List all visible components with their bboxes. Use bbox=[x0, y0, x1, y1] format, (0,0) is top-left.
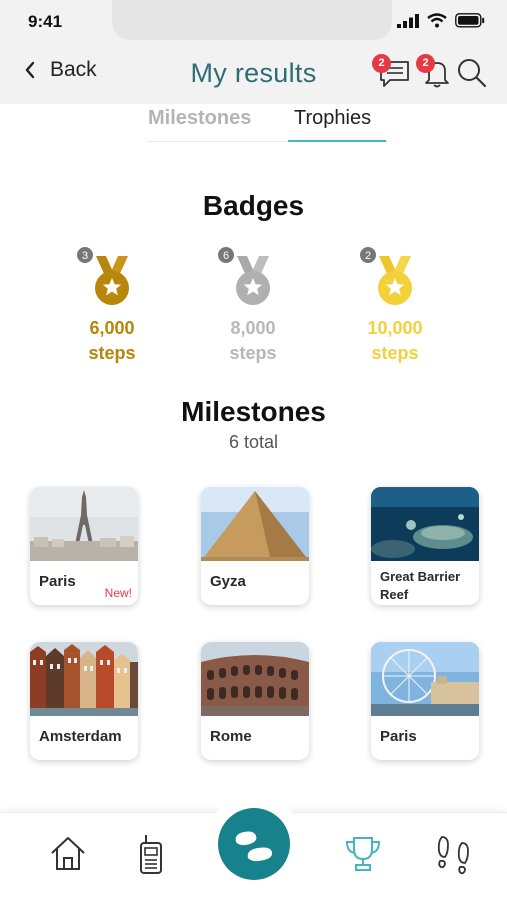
tab-trophies[interactable]: Trophies bbox=[294, 107, 371, 130]
badge-10000[interactable]: 2 10,000 steps bbox=[345, 246, 445, 366]
results-tabs: Milestones Trophies bbox=[148, 104, 388, 142]
badge-count: 2 bbox=[359, 246, 377, 264]
canal-houses-image bbox=[30, 642, 138, 716]
status-time: 9:41 bbox=[28, 12, 63, 31]
gold-medal-icon: 2 bbox=[359, 246, 425, 310]
trophy-icon bbox=[345, 837, 381, 871]
walkie-talkie-icon bbox=[140, 835, 162, 874]
footprints-icon bbox=[437, 836, 469, 875]
milestone-label: Gyza bbox=[210, 573, 246, 590]
signal-icon bbox=[397, 13, 419, 28]
milestone-label: Rome bbox=[210, 728, 252, 745]
badge-unit: steps bbox=[88, 343, 136, 363]
badge-8000[interactable]: 6 8,000 steps bbox=[203, 246, 303, 366]
badge-6000[interactable]: 3 6,000 steps bbox=[62, 246, 162, 366]
milestone-card-rome[interactable]: Rome bbox=[201, 642, 309, 760]
search-button[interactable] bbox=[455, 56, 489, 90]
colosseum-image bbox=[201, 642, 309, 716]
badges-title: Badges bbox=[202, 190, 305, 221]
badge-value: 6,000 bbox=[89, 318, 135, 338]
nav-home[interactable] bbox=[48, 833, 88, 878]
battery-icon bbox=[455, 13, 485, 28]
milestone-label: Paris bbox=[39, 573, 76, 590]
home-icon bbox=[51, 837, 85, 870]
bronze-medal-icon: 3 bbox=[76, 246, 142, 310]
badge-count: 6 bbox=[217, 246, 235, 264]
milestone-label: Amsterdam bbox=[39, 728, 122, 745]
notifications-badge: 2 bbox=[416, 54, 435, 73]
milestones-total: 6 total bbox=[228, 432, 279, 452]
milestone-card-great-barrier-reef[interactable]: Great Barrier Reef bbox=[371, 487, 479, 605]
messages-button[interactable]: 2 bbox=[372, 54, 410, 90]
search-icon bbox=[458, 59, 487, 88]
app-header: Back My results 2 2 bbox=[0, 46, 507, 104]
notifications-button[interactable]: 2 bbox=[416, 54, 454, 90]
footsteps-icon bbox=[235, 831, 273, 862]
coral-reef-image bbox=[371, 487, 479, 561]
nav-footprints[interactable] bbox=[434, 833, 472, 880]
milestone-card-gyza[interactable]: Gyza bbox=[201, 487, 309, 605]
nav-trophy[interactable] bbox=[342, 833, 384, 878]
badge-value: 8,000 bbox=[230, 318, 276, 338]
nav-steps-button[interactable] bbox=[218, 808, 290, 880]
pyramid-image bbox=[201, 487, 309, 561]
badge-value: 10,000 bbox=[367, 318, 423, 338]
device-notch bbox=[112, 0, 392, 40]
milestone-card-paris[interactable]: Paris New! bbox=[30, 487, 138, 605]
milestone-card-amsterdam[interactable]: Amsterdam bbox=[30, 642, 138, 760]
tab-milestones[interactable]: Milestones bbox=[148, 107, 251, 130]
milestone-label: Paris bbox=[380, 728, 417, 745]
eiffel-tower-image bbox=[30, 487, 138, 561]
new-tag: New! bbox=[104, 586, 132, 600]
badge-count: 3 bbox=[76, 246, 94, 264]
nav-walkie-talkie[interactable] bbox=[134, 833, 168, 880]
ferris-wheel-image bbox=[371, 642, 479, 716]
badge-unit: steps bbox=[371, 343, 419, 363]
wifi-icon bbox=[427, 13, 447, 28]
silver-medal-icon: 6 bbox=[217, 246, 283, 310]
milestones-title: Milestones bbox=[181, 396, 326, 427]
active-tab-indicator bbox=[288, 140, 386, 142]
milestone-label: Great Barrier Reef bbox=[380, 569, 461, 602]
milestone-card-paris-wheel[interactable]: Paris bbox=[371, 642, 479, 760]
badge-unit: steps bbox=[229, 343, 277, 363]
status-icons bbox=[397, 13, 485, 28]
messages-badge: 2 bbox=[372, 54, 391, 73]
status-bar: 9:41 bbox=[0, 0, 507, 46]
